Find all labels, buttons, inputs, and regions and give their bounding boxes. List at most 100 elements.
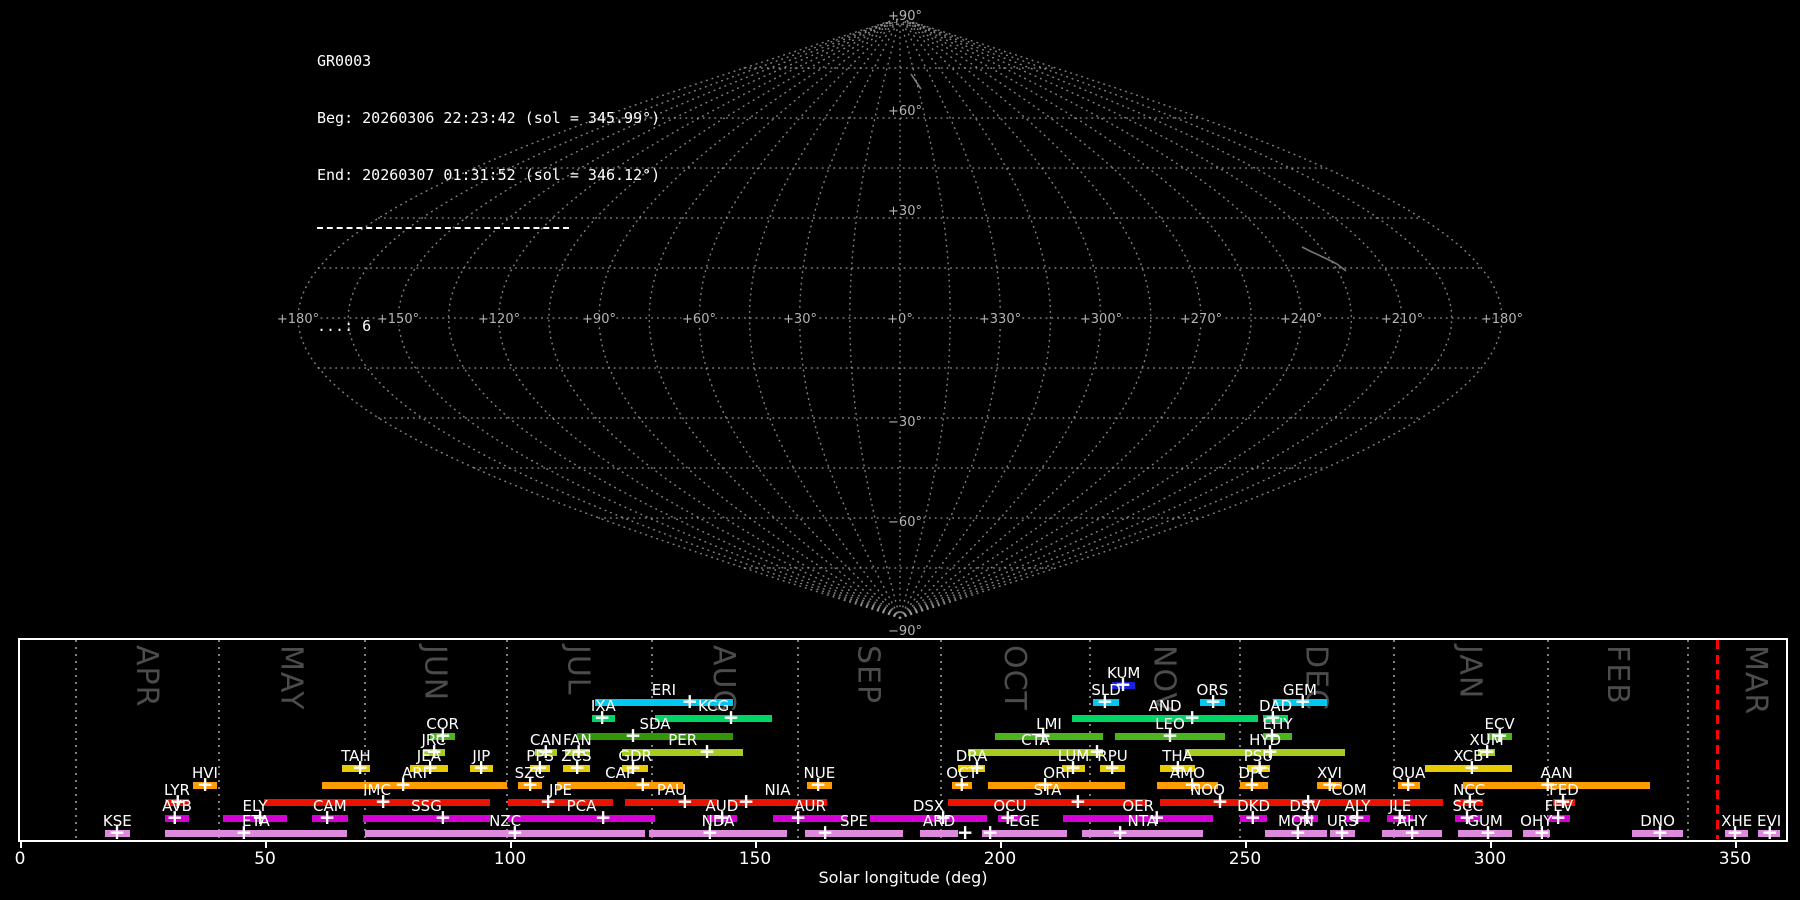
shower-code-label: SDA <box>639 715 671 733</box>
shower-code-label: PER <box>668 731 698 749</box>
month-label: APR <box>128 645 164 708</box>
begin-time: Beg: 20260306 22:23:42 (sol = 345.99°) <box>317 109 661 127</box>
longitude-label: +60° <box>682 312 716 327</box>
longitude-label: +270° <box>1180 312 1222 327</box>
month-label: SEP <box>850 645 886 705</box>
shower-activity-bar <box>773 815 848 822</box>
shower-peak-marker: + <box>1111 820 1129 845</box>
shower-peak-marker: + <box>593 705 611 730</box>
shower-peak-marker: + <box>1243 772 1261 797</box>
shower-code-label: AND <box>1148 697 1182 715</box>
shower-peak-marker: + <box>472 755 490 780</box>
shower-peak-marker: + <box>506 820 524 845</box>
shower-code-label: STA <box>1033 781 1062 799</box>
shower-peak-marker: + <box>953 772 971 797</box>
month-label: MAR <box>1738 645 1774 716</box>
longitude-label: +240° <box>1280 312 1322 327</box>
shower-activity-bar <box>321 782 507 789</box>
sky-map: +180° +150° +120° +90° +60° +30° +0° +330° +300°… <box>275 7 1525 640</box>
shower-peak-marker: + <box>1403 820 1421 845</box>
shower-peak-marker: + <box>809 772 827 797</box>
axis-tick-label: 200 <box>983 849 1017 869</box>
axis-tick <box>1245 842 1247 848</box>
x-axis-title: Solar longitude (deg) <box>818 868 988 887</box>
latitude-label: −60° <box>888 515 922 530</box>
observation-header: GR0003 Beg: 20260306 22:23:42 (sol = 345… <box>317 14 660 374</box>
shower-code-label: ERI <box>651 681 677 699</box>
shower-peak-marker: + <box>698 739 716 764</box>
latitude-label: −30° <box>888 415 922 430</box>
station-code: GR0003 <box>317 52 372 70</box>
shower-peak-marker: + <box>789 805 807 830</box>
axis-tick-label: 0 <box>14 849 26 869</box>
longitude-label: +300° <box>1080 312 1122 327</box>
shower-peak-marker: + <box>594 805 612 830</box>
current-sol-line <box>1715 640 1719 839</box>
month-gridline <box>364 640 366 839</box>
shower-peak-marker: + <box>1761 820 1779 845</box>
shower-code-label: ARD <box>922 812 956 830</box>
shower-activity-bar <box>363 815 490 822</box>
axis-tick-label: 300 <box>1473 849 1507 869</box>
shower-peak-marker: + <box>1183 705 1201 730</box>
shower-peak-marker: + <box>816 820 834 845</box>
shower-peak-marker: + <box>1204 689 1222 714</box>
month-label: JUL <box>560 645 596 696</box>
shower-code-label: NIA <box>764 781 791 799</box>
shower-peak-marker: + <box>318 805 336 830</box>
month-gridline <box>218 640 220 839</box>
shower-peak-marker: + <box>539 789 557 814</box>
axis-tick-label: 50 <box>254 849 276 869</box>
shower-peak-marker: + <box>1211 789 1229 814</box>
shower-peak-marker: + <box>166 805 184 830</box>
shower-activity-bar <box>165 830 347 837</box>
shower-peak-marker: + <box>1651 820 1669 845</box>
latitude-label: +30° <box>888 204 922 219</box>
shower-peak-marker: + <box>108 820 126 845</box>
shower-code-label: CTA <box>1021 731 1050 749</box>
shower-code-label: NTA <box>1127 812 1158 830</box>
month-label: JAN <box>1452 645 1488 700</box>
end-time: End: 20260307 01:31:52 (sol = 346.12°) <box>317 166 661 184</box>
shower-peak-marker: + <box>1244 805 1262 830</box>
shower-peak-marker: + <box>434 805 452 830</box>
shower-peak-marker: + <box>521 772 539 797</box>
shower-peak-marker: + <box>1726 820 1744 845</box>
month-gridline <box>1687 640 1689 839</box>
shower-peak-marker: + <box>1069 789 1087 814</box>
longitude-label: +330° <box>979 312 1021 327</box>
shower-activity-bar <box>920 830 958 837</box>
shower-activity-bar <box>948 799 1147 806</box>
shower-peak-marker: + <box>1333 820 1351 845</box>
longitude-label: +0° <box>887 312 913 327</box>
shower-peak-marker: + <box>1096 689 1114 714</box>
axis-tick-label: 100 <box>493 849 527 869</box>
shower-peak-marker: + <box>701 820 719 845</box>
shower-peak-marker: + <box>1533 820 1551 845</box>
shower-activity-bar <box>365 830 646 837</box>
shower-peak-marker: + <box>981 820 999 845</box>
shower-peak-marker: + <box>1399 772 1417 797</box>
shower-code-label: CAP <box>605 764 635 782</box>
shower-peak-marker: + <box>1463 755 1481 780</box>
shower-peak-marker: + <box>374 789 392 814</box>
shower-activity-bar <box>1081 830 1203 837</box>
shower-code-label: PCA <box>566 797 597 815</box>
longitude-label: +180° <box>277 312 319 327</box>
month-label: OCT <box>997 645 1033 711</box>
shower-peak-marker: + <box>1103 755 1121 780</box>
separator <box>317 227 569 229</box>
shower-peak-marker: + <box>351 755 369 780</box>
month-label: MAY <box>273 645 309 711</box>
month-label: JUN <box>417 645 453 702</box>
shower-peak-marker: + <box>624 723 642 748</box>
shower-activity-bar <box>625 799 718 806</box>
axis-tick <box>265 842 267 848</box>
axis-tick <box>1000 842 1002 848</box>
shower-peak-marker: + <box>568 755 586 780</box>
shower-peak-marker: + <box>1294 689 1312 714</box>
shower-peak-marker: + <box>676 789 694 814</box>
axis-tick-label: 350 <box>1718 849 1752 869</box>
latitude-label: −90° <box>888 624 922 639</box>
